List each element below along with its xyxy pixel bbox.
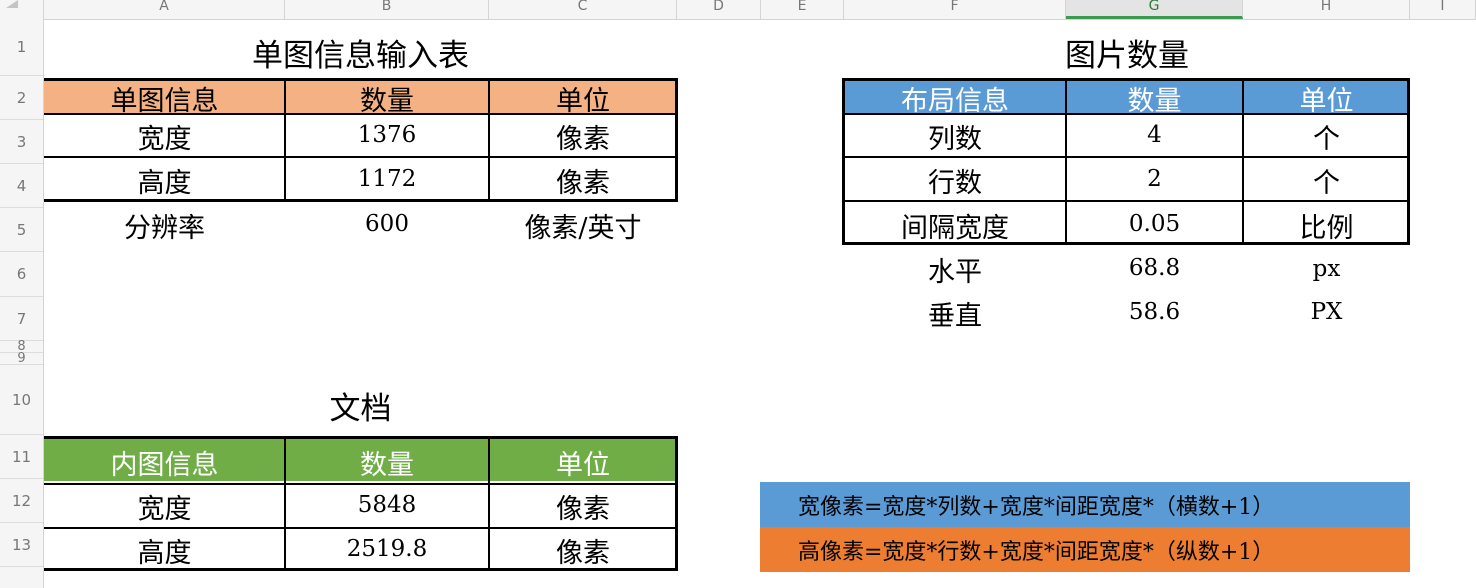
row-header-11[interactable]: 11 bbox=[0, 435, 43, 479]
layout-header-quantity[interactable]: 数量 bbox=[1066, 80, 1243, 117]
row-header-bar: 1 2 3 4 5 6 7 8 9 10 11 12 13 bbox=[0, 19, 44, 588]
layout-gap-value[interactable]: 0.05 bbox=[1066, 203, 1243, 245]
column-header-h[interactable]: H bbox=[1243, 0, 1410, 19]
single-border-right bbox=[675, 78, 678, 202]
document-height-unit[interactable]: 像素 bbox=[489, 528, 677, 572]
row-header-3[interactable]: 3 bbox=[0, 120, 43, 164]
single-table-title: 单图信息输入表 bbox=[252, 37, 469, 74]
single-border-bottom bbox=[44, 199, 678, 202]
document-height-label[interactable]: 高度 bbox=[44, 528, 285, 572]
layout-rows-label[interactable]: 行数 bbox=[844, 158, 1066, 202]
column-header-a[interactable]: A bbox=[44, 0, 285, 19]
row-header-12[interactable]: 12 bbox=[0, 479, 43, 523]
resolution-unit[interactable]: 像素/英寸 bbox=[489, 203, 677, 247]
single-header-info[interactable]: 单图信息 bbox=[44, 80, 285, 117]
column-header-g[interactable]: G bbox=[1066, 0, 1243, 19]
document-header-unit[interactable]: 单位 bbox=[489, 440, 677, 484]
single-border-2 bbox=[44, 156, 678, 158]
layout-border-3 bbox=[843, 200, 1410, 202]
row-header-2[interactable]: 2 bbox=[0, 76, 43, 120]
column-header-e[interactable]: E bbox=[761, 0, 844, 19]
document-height-value[interactable]: 2519.8 bbox=[285, 528, 489, 570]
document-border-1 bbox=[44, 483, 678, 485]
width-formula-note[interactable]: 宽像素=宽度*列数+宽度*间距宽度*（横数+1） bbox=[760, 482, 1410, 527]
column-header-d[interactable]: D bbox=[677, 0, 761, 19]
single-height-value[interactable]: 1172 bbox=[285, 158, 489, 200]
row-header-6[interactable]: 6 bbox=[0, 252, 43, 297]
single-border-v1 bbox=[284, 78, 286, 202]
layout-border-right bbox=[1407, 78, 1410, 245]
single-width-label[interactable]: 宽度 bbox=[44, 114, 285, 158]
layout-rows-value[interactable]: 2 bbox=[1066, 158, 1243, 200]
document-width-label[interactable]: 宽度 bbox=[44, 484, 285, 528]
row-header-9[interactable]: 9 bbox=[0, 352, 43, 365]
layout-border-v2 bbox=[1242, 78, 1244, 245]
document-table-title: 文档 bbox=[329, 390, 392, 427]
vertical-unit[interactable]: PX bbox=[1243, 291, 1410, 333]
vertical-label[interactable]: 垂直 bbox=[844, 291, 1066, 335]
layout-border-2 bbox=[843, 156, 1410, 158]
column-header-i[interactable]: I bbox=[1410, 0, 1476, 19]
single-width-unit[interactable]: 像素 bbox=[489, 114, 677, 158]
single-height-unit[interactable]: 像素 bbox=[489, 158, 677, 202]
single-border-1 bbox=[44, 113, 678, 115]
document-header-info[interactable]: 内图信息 bbox=[44, 440, 285, 484]
document-border-right bbox=[675, 436, 678, 571]
row-header-1[interactable]: 1 bbox=[0, 19, 43, 76]
layout-border-top bbox=[843, 78, 1410, 81]
select-all-corner[interactable] bbox=[0, 0, 44, 19]
single-height-label[interactable]: 高度 bbox=[44, 158, 285, 202]
layout-header-unit[interactable]: 单位 bbox=[1243, 80, 1410, 117]
layout-gap-label[interactable]: 间隔宽度 bbox=[844, 203, 1066, 247]
single-header-quantity[interactable]: 数量 bbox=[285, 80, 489, 117]
single-border-v2 bbox=[488, 78, 490, 202]
resolution-value[interactable]: 600 bbox=[285, 203, 489, 245]
vertical-value[interactable]: 58.6 bbox=[1066, 291, 1243, 333]
document-border-v1 bbox=[284, 436, 286, 571]
layout-border-bottom bbox=[843, 242, 1410, 245]
document-width-unit[interactable]: 像素 bbox=[489, 484, 677, 528]
column-header-c[interactable]: C bbox=[489, 0, 677, 19]
column-header-bar: A B C D E F G H I bbox=[0, 0, 1476, 20]
layout-border-left bbox=[842, 78, 845, 245]
layout-columns-value[interactable]: 4 bbox=[1066, 114, 1243, 156]
horizontal-value[interactable]: 68.8 bbox=[1066, 247, 1243, 289]
layout-rows-unit[interactable]: 个 bbox=[1243, 158, 1410, 202]
column-header-f[interactable]: F bbox=[844, 0, 1066, 19]
layout-header-info[interactable]: 布局信息 bbox=[844, 80, 1066, 117]
document-border-bottom bbox=[44, 568, 678, 571]
row-header-4[interactable]: 4 bbox=[0, 164, 43, 208]
column-header-b[interactable]: B bbox=[285, 0, 489, 19]
row-header-13[interactable]: 13 bbox=[0, 523, 43, 567]
resolution-label[interactable]: 分辨率 bbox=[44, 203, 285, 247]
document-width-value[interactable]: 5848 bbox=[285, 484, 489, 526]
height-formula-note[interactable]: 高像素=宽度*行数+宽度*间距宽度*（纵数+1） bbox=[760, 527, 1410, 572]
layout-border-1 bbox=[843, 113, 1410, 115]
horizontal-label[interactable]: 水平 bbox=[844, 247, 1066, 291]
single-width-value[interactable]: 1376 bbox=[285, 114, 489, 156]
horizontal-unit[interactable]: px bbox=[1243, 247, 1410, 291]
row-header-10[interactable]: 10 bbox=[0, 365, 43, 435]
layout-table-title: 图片数量 bbox=[1065, 37, 1189, 74]
document-border-2 bbox=[44, 527, 678, 529]
row-header-7[interactable]: 7 bbox=[0, 297, 43, 341]
single-border-top bbox=[44, 78, 678, 81]
single-header-unit[interactable]: 单位 bbox=[489, 80, 677, 117]
row-header-5[interactable]: 5 bbox=[0, 208, 43, 252]
layout-gap-unit[interactable]: 比例 bbox=[1243, 203, 1410, 247]
layout-border-v1 bbox=[1065, 78, 1067, 245]
document-border-top bbox=[44, 436, 678, 439]
layout-columns-unit[interactable]: 个 bbox=[1243, 114, 1410, 158]
layout-columns-label[interactable]: 列数 bbox=[844, 114, 1066, 158]
document-border-v2 bbox=[488, 436, 490, 571]
document-header-quantity[interactable]: 数量 bbox=[285, 440, 489, 484]
